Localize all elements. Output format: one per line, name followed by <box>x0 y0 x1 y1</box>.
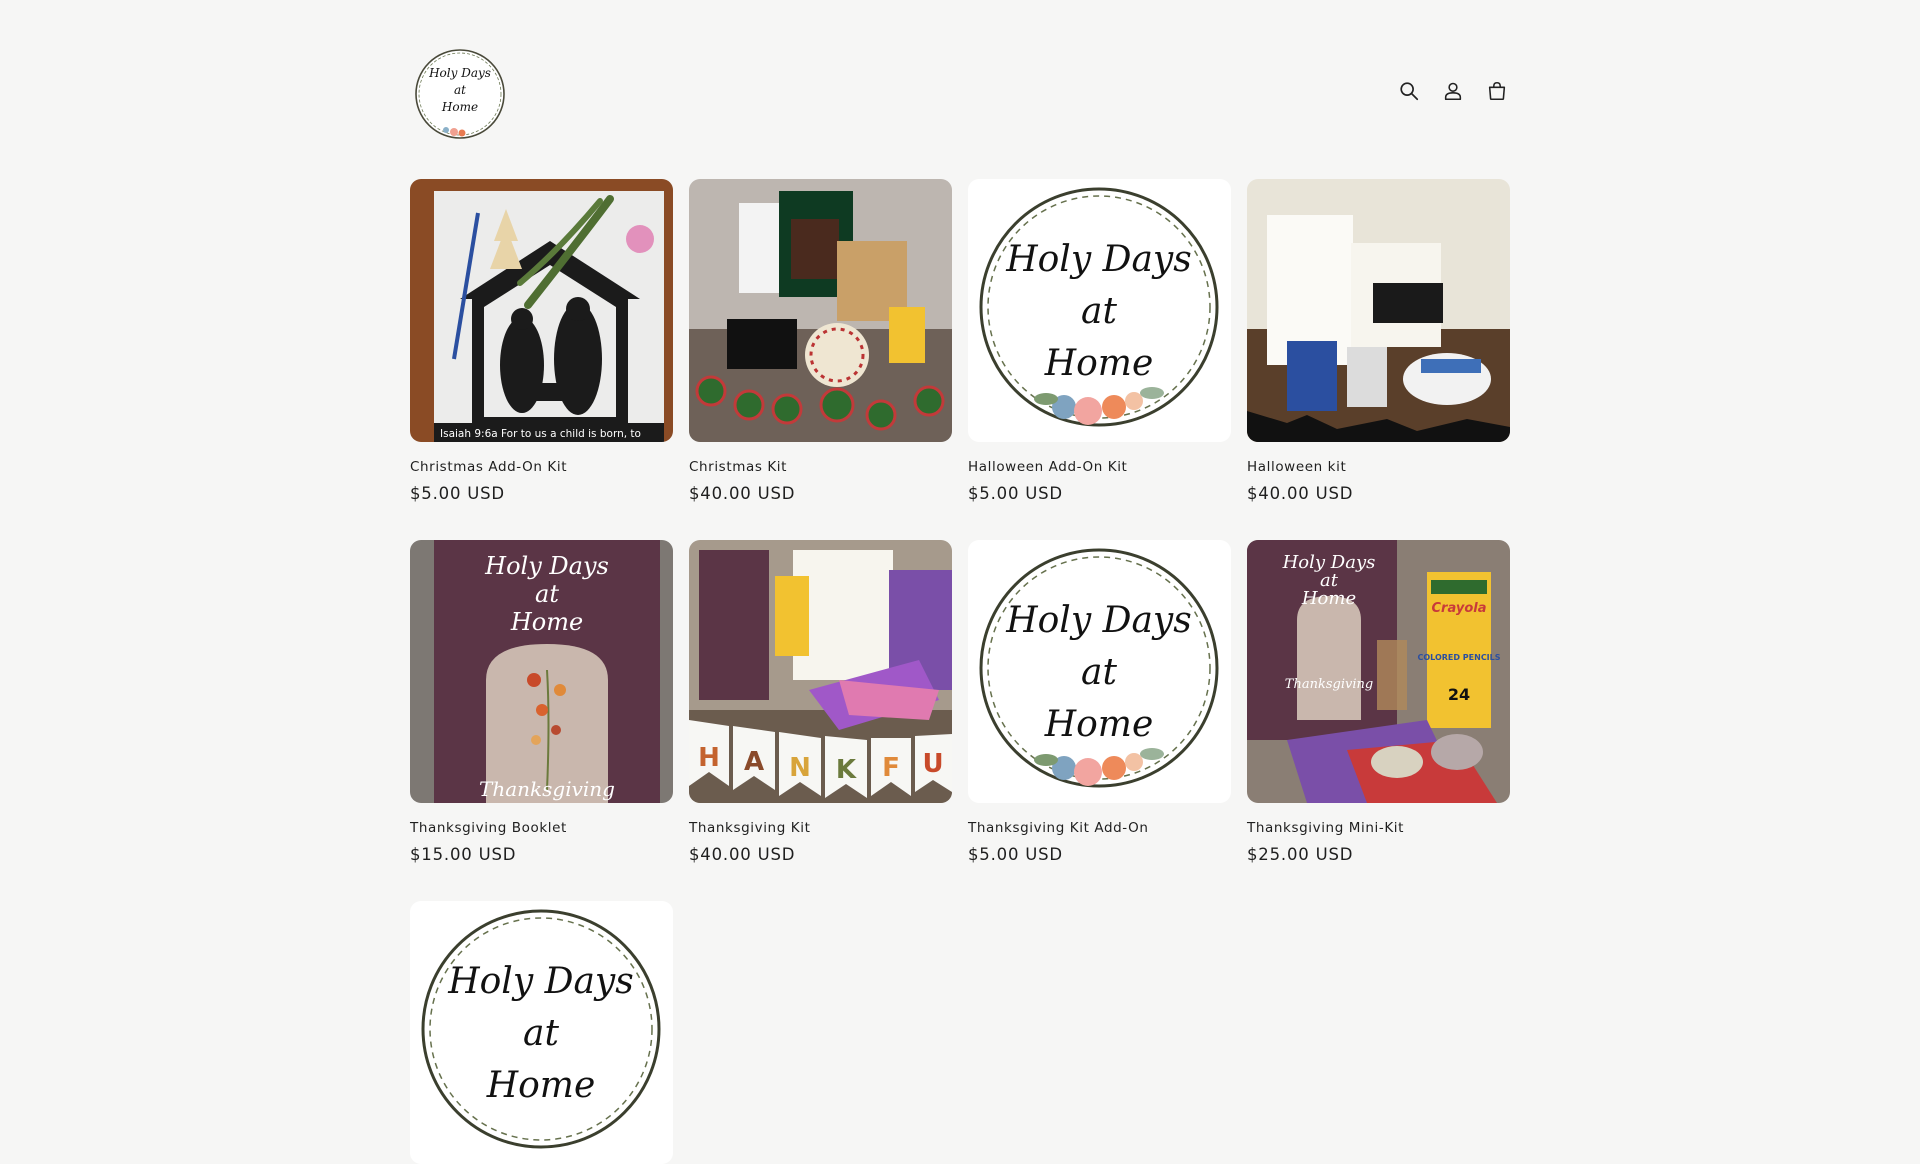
svg-text:Home: Home <box>1301 588 1356 609</box>
svg-text:Crayola: Crayola <box>1432 601 1487 616</box>
svg-text:at: at <box>1081 291 1117 332</box>
product-price: $5.00 USD <box>968 484 1063 503</box>
product-image[interactable]: Holy Days at Home Thanksgiving Crayola C… <box>1247 540 1510 803</box>
product-image[interactable]: Holy Days at Home <box>968 179 1231 442</box>
product-price: $25.00 USD <box>1247 845 1354 864</box>
svg-text:K: K <box>836 755 857 785</box>
product-image[interactable]: Isaiah 9:6a For to us a child is born, t… <box>410 179 673 442</box>
product-card: Christmas Kit $40.00 USD <box>689 179 952 503</box>
svg-text:at: at <box>523 1013 559 1054</box>
svg-text:Holy Days: Holy Days <box>1005 600 1192 641</box>
account-icon <box>1444 82 1462 101</box>
svg-text:Isaiah 9:6a For to us a child: Isaiah 9:6a For to us a child is born, t… <box>440 428 641 440</box>
svg-text:24: 24 <box>1448 685 1470 704</box>
product-title[interactable]: Thanksgiving Booklet <box>410 820 673 836</box>
product-card: H A N K F U Thanksgiving Kit $40.00 USD <box>689 540 952 864</box>
thanksgiving-mini-kit-image: Holy Days at Home Thanksgiving Crayola C… <box>1247 540 1510 803</box>
svg-text:Holy Days: Holy Days <box>1005 239 1192 280</box>
product-title[interactable]: Christmas Add-On Kit <box>410 459 673 475</box>
product-title[interactable]: Thanksgiving Kit Add-On <box>968 820 1231 836</box>
svg-text:A: A <box>744 747 764 777</box>
product-price: $15.00 USD <box>410 845 517 864</box>
product-title[interactable]: Halloween kit <box>1247 459 1510 475</box>
product-card: Isaiah 9:6a For to us a child is born, t… <box>410 179 673 503</box>
svg-text:Home: Home <box>1044 704 1154 745</box>
account-button[interactable] <box>1440 78 1466 104</box>
product-price: $40.00 USD <box>1247 484 1354 503</box>
product-card: Halloween kit $40.00 USD <box>1247 179 1510 503</box>
svg-text:Holy Days: Holy Days <box>428 66 491 80</box>
svg-text:Thanksgiving: Thanksgiving <box>1285 677 1373 692</box>
product-price: $40.00 USD <box>689 484 796 503</box>
svg-text:at: at <box>1081 652 1117 693</box>
product-price: $5.00 USD <box>410 484 505 503</box>
product-image[interactable] <box>1247 179 1510 442</box>
search-button[interactable] <box>1396 78 1422 104</box>
svg-text:H: H <box>698 743 720 773</box>
logo-wreath-icon: Holy Days at Home <box>415 49 505 139</box>
svg-text:U: U <box>922 749 943 779</box>
svg-text:Home: Home <box>441 100 478 114</box>
product-card: Holy Days at Home Halloween Add-On Kit $… <box>968 179 1231 503</box>
svg-text:N: N <box>789 753 811 783</box>
product-image[interactable]: Holy Days at Home <box>410 901 673 1164</box>
product-title[interactable]: Thanksgiving Kit <box>689 820 952 836</box>
product-card: Holy Days at Home Thanksgiving Thanksgiv… <box>410 540 673 864</box>
svg-text:COLORED PENCILS: COLORED PENCILS <box>1417 653 1500 662</box>
product-card: Holy Days at Home Thanksgiving Crayola C… <box>1247 540 1510 864</box>
svg-text:Thanksgiving: Thanksgiving <box>479 777 615 801</box>
product-image[interactable]: Holy Days at Home <box>968 540 1231 803</box>
product-image[interactable] <box>689 179 952 442</box>
svg-text:Home: Home <box>486 1065 596 1106</box>
product-title[interactable]: Christmas Kit <box>689 459 952 475</box>
cart-button[interactable] <box>1484 78 1510 104</box>
thanksgiving-kit-image: H A N K F U <box>689 540 952 803</box>
logo[interactable]: Holy Days at Home <box>410 44 510 144</box>
logo-wreath-image: Holy Days at Home <box>410 901 673 1164</box>
product-image[interactable]: H A N K F U <box>689 540 952 803</box>
cart-icon <box>1488 81 1506 101</box>
svg-text:Holy Days: Holy Days <box>484 552 609 580</box>
search-icon <box>1400 82 1419 101</box>
product-price: $40.00 USD <box>689 845 796 864</box>
halloween-kit-image <box>1247 179 1510 442</box>
svg-text:at: at <box>454 83 466 97</box>
thanksgiving-booklet-image: Holy Days at Home Thanksgiving <box>410 540 673 803</box>
svg-text:F: F <box>882 753 900 783</box>
svg-text:at: at <box>535 580 559 608</box>
logo-wreath-image: Holy Days at Home <box>968 179 1231 442</box>
product-price: $5.00 USD <box>968 845 1063 864</box>
product-image[interactable]: Holy Days at Home Thanksgiving <box>410 540 673 803</box>
svg-text:Holy Days: Holy Days <box>447 961 634 1002</box>
nativity-image: Isaiah 9:6a For to us a child is born, t… <box>410 179 673 442</box>
logo-wreath-image: Holy Days at Home <box>968 540 1231 803</box>
svg-text:Home: Home <box>1044 343 1154 384</box>
product-card: Holy Days at Home <box>410 901 673 1164</box>
product-title[interactable]: Thanksgiving Mini-Kit <box>1247 820 1510 836</box>
product-card: Holy Days at Home Thanksgiving Kit Add-O… <box>968 540 1231 864</box>
christmas-kit-image <box>689 179 952 442</box>
site-header: Holy Days at Home <box>410 44 1510 146</box>
svg-text:Home: Home <box>510 608 583 636</box>
product-title[interactable]: Halloween Add-On Kit <box>968 459 1231 475</box>
